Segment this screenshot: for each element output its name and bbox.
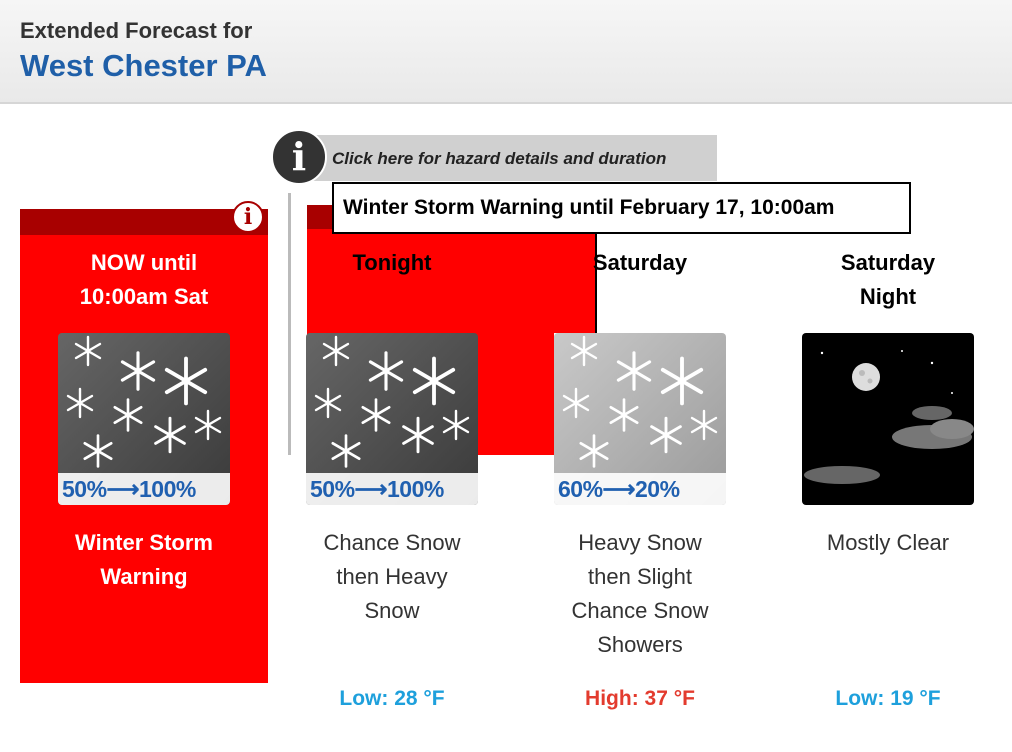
period-name-line1: NOW until (90, 250, 198, 275)
desc-line: Chance Snow (571, 598, 709, 623)
moon-clouds-icon[interactable] (802, 333, 974, 505)
period-description: Chance Snow then Heavy Snow (292, 526, 492, 628)
temp-high: High: 37 °F (585, 687, 695, 710)
pop-label: 50%⟶100% (306, 473, 478, 505)
period-name-line1: Saturday (592, 250, 688, 275)
desc-line: Snow (364, 598, 420, 623)
desc-line: then Heavy (336, 564, 448, 589)
period-description: Winter Storm Warning (44, 526, 244, 594)
snow-icon[interactable]: 50%⟶100% (306, 333, 478, 505)
period-name-line2: Night (859, 284, 917, 309)
period-description: Mostly Clear (788, 526, 988, 560)
hazard-link-text[interactable]: Click here for hazard details and durati… (332, 149, 666, 169)
desc-line: Winter Storm (75, 530, 213, 555)
period-name-tonight: Tonight (292, 246, 492, 280)
temp-low: Low: 19 °F (835, 687, 941, 710)
snow-icon[interactable]: 50%⟶100% (58, 333, 230, 505)
period-name-saturday-night: Saturday Night (788, 246, 988, 314)
location-title[interactable]: West Chester PA (20, 48, 267, 84)
pop-label: 50%⟶100% (58, 473, 230, 505)
period-name-line1: Tonight (352, 250, 432, 275)
divider (288, 193, 291, 455)
desc-line: Warning (100, 564, 188, 589)
desc-line: Chance Snow (323, 530, 461, 555)
hazard-tooltip: Winter Storm Warning until February 17, … (332, 182, 911, 234)
header-prefix: Extended Forecast for (20, 18, 253, 43)
info-icon[interactable]: i (271, 129, 327, 185)
desc-line: Mostly Clear (826, 530, 950, 555)
warning-info-icon[interactable]: i (232, 201, 264, 233)
hazard-details-link[interactable]: Click here for hazard details and durati… (296, 135, 717, 181)
desc-line: Showers (597, 632, 683, 657)
period-description: Heavy Snow then Slight Chance Snow Showe… (540, 526, 740, 662)
warning-topbar (20, 209, 268, 235)
desc-line: then Slight (588, 564, 692, 589)
snow-light-icon[interactable]: 60%⟶20% (554, 333, 726, 505)
temp-low: Low: 28 °F (339, 687, 445, 710)
pop-label: 60%⟶20% (554, 473, 726, 505)
period-name-now: NOW until 10:00am Sat (44, 246, 244, 314)
period-name-line2: 10:00am Sat (79, 284, 209, 309)
desc-line: Heavy Snow (578, 530, 702, 555)
forecast-header: Extended Forecast for West Chester PA (0, 0, 1012, 104)
period-name-saturday: Saturday (540, 246, 740, 280)
period-name-line1: Saturday (840, 250, 936, 275)
